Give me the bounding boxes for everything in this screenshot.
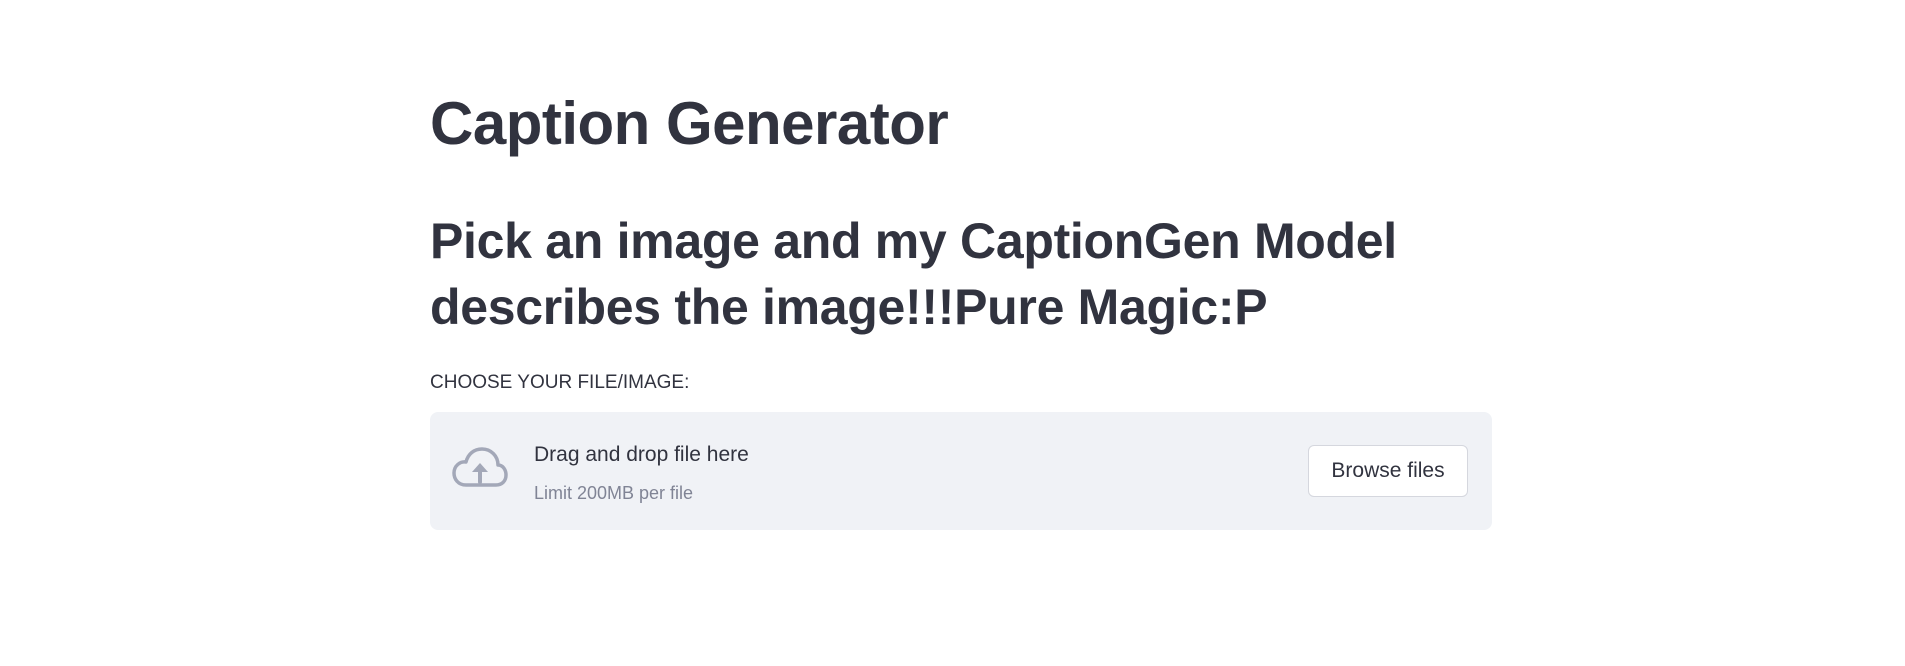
browse-files-button[interactable]: Browse files [1308,445,1468,497]
cloud-upload-icon [452,445,508,497]
page-subtitle: Pick an image and my CaptionGen Model de… [430,213,1397,335]
page-title: Caption Generator [430,90,949,157]
dropzone-instructions: Drag and drop file here [534,443,749,466]
file-dropzone[interactable]: Drag and drop file here Limit 200MB per … [430,412,1492,530]
file-uploader-label: CHOOSE YOUR FILE/IMAGE: [430,372,690,393]
file-size-limit: Limit 200MB per file [534,483,694,503]
